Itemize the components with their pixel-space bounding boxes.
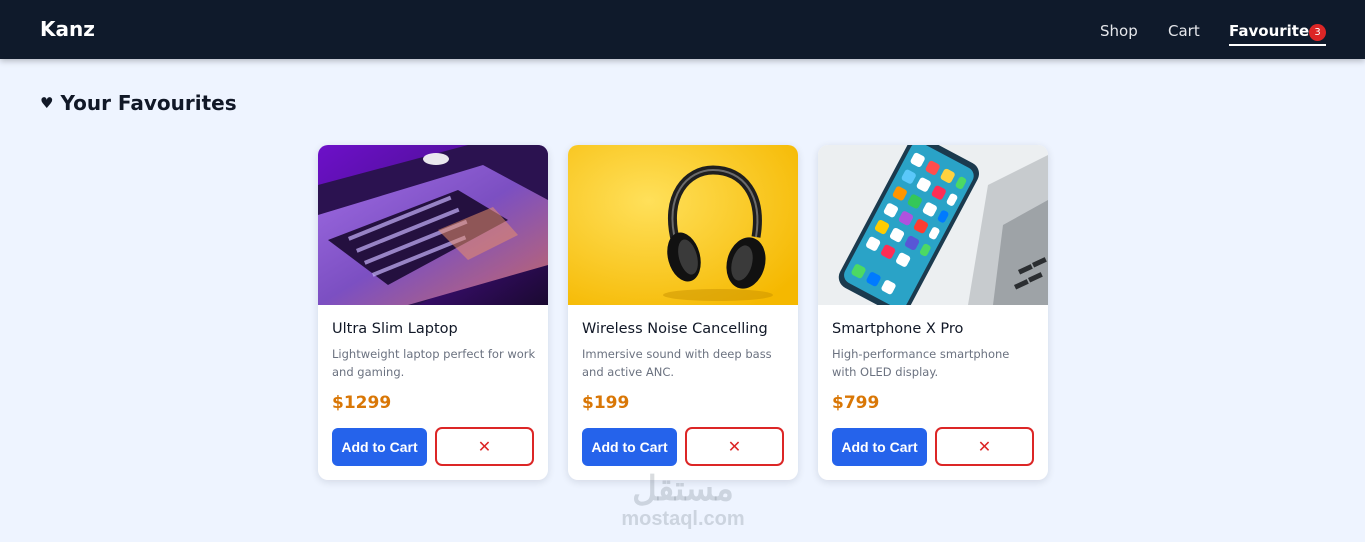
watermark-latin: mostaql.com: [621, 508, 745, 530]
nav-link-favourites-label: Favourites: [1229, 22, 1319, 40]
page-title: ♥ Your Favourites: [40, 91, 237, 115]
product-card: Ultra Slim Laptop Lightweight laptop per…: [318, 145, 548, 480]
nav-link-shop[interactable]: Shop: [1100, 22, 1138, 40]
brand-logo[interactable]: Kanz: [40, 17, 95, 41]
add-to-cart-button[interactable]: Add to Cart: [832, 428, 927, 466]
product-price: $799: [832, 393, 880, 413]
favourites-count-badge: 3: [1309, 24, 1326, 41]
product-description: High-performance smartphone with OLED di…: [832, 347, 1010, 379]
nav-link-favourites[interactable]: Favourites 3: [1229, 22, 1326, 46]
product-price: $199: [582, 393, 630, 413]
close-icon: ✕: [477, 437, 492, 456]
close-icon: ✕: [977, 437, 992, 456]
top-navbar: Kanz Shop Cart Favourites 3: [0, 0, 1365, 59]
close-icon: ✕: [727, 437, 742, 456]
remove-favourite-button[interactable]: ✕: [685, 427, 784, 466]
product-name: Ultra Slim Laptop: [332, 321, 458, 337]
product-name: Wireless Noise Cancelling: [582, 321, 768, 337]
nav-link-cart[interactable]: Cart: [1168, 22, 1200, 40]
watermark: مستقل mostaql.com: [612, 470, 754, 531]
laptop-image: [318, 145, 548, 305]
heart-icon: ♥: [40, 94, 54, 112]
product-price: $1299: [332, 393, 392, 413]
watermark-arabic: مستقل: [632, 470, 734, 508]
product-card: Wireless Noise Cancelling Immersive soun…: [568, 145, 798, 480]
smartphone-image: [818, 145, 1048, 305]
product-description: Immersive sound with deep bass and activ…: [582, 347, 772, 379]
add-to-cart-button[interactable]: Add to Cart: [332, 428, 427, 466]
remove-favourite-button[interactable]: ✕: [435, 427, 534, 466]
product-card: Smartphone X Pro High-performance smartp…: [818, 145, 1048, 480]
product-description: Lightweight laptop perfect for work and …: [332, 347, 536, 379]
add-to-cart-button[interactable]: Add to Cart: [582, 428, 677, 466]
product-name: Smartphone X Pro: [832, 321, 964, 337]
page-title-text: Your Favourites: [60, 91, 237, 115]
remove-favourite-button[interactable]: ✕: [935, 427, 1034, 466]
headphones-image: [568, 145, 798, 305]
